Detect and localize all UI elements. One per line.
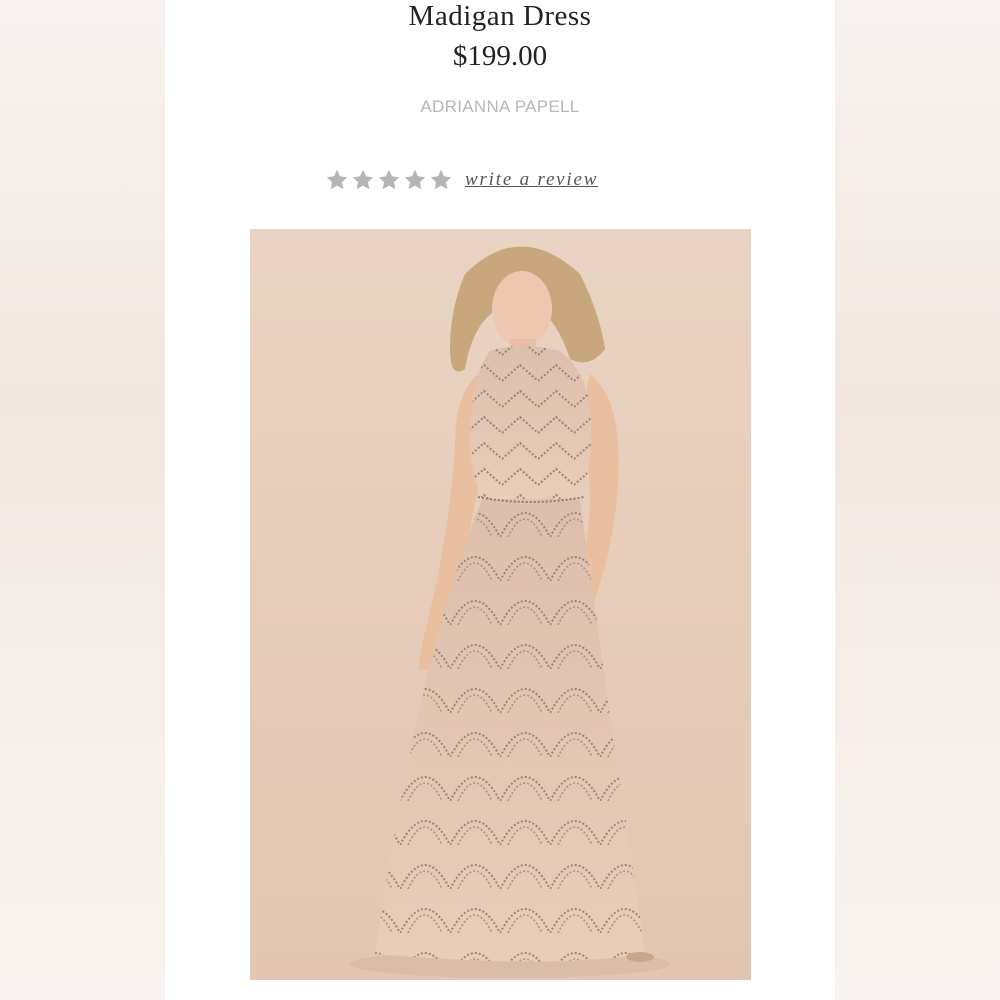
star-icon[interactable] — [325, 168, 349, 192]
star-icon[interactable] — [403, 168, 427, 192]
product-price: $199.00 — [452, 40, 548, 72]
product-image[interactable] — [250, 229, 751, 980]
product-card: Madigan Dress $199.00 ADRIANNA PAPELL wr… — [165, 0, 835, 1000]
star-rating[interactable] — [325, 168, 453, 192]
star-icon[interactable] — [429, 168, 453, 192]
star-icon[interactable] — [351, 168, 375, 192]
rating-row: write a review — [325, 165, 598, 195]
right-backdrop — [835, 0, 1000, 1000]
write-review-link[interactable]: write a review — [465, 169, 598, 191]
product-title: Madigan Dress — [408, 0, 592, 32]
dress-model-illustration — [250, 229, 751, 980]
product-brand[interactable]: ADRIANNA PAPELL — [165, 97, 835, 117]
left-backdrop — [0, 0, 165, 1000]
star-icon[interactable] — [377, 168, 401, 192]
